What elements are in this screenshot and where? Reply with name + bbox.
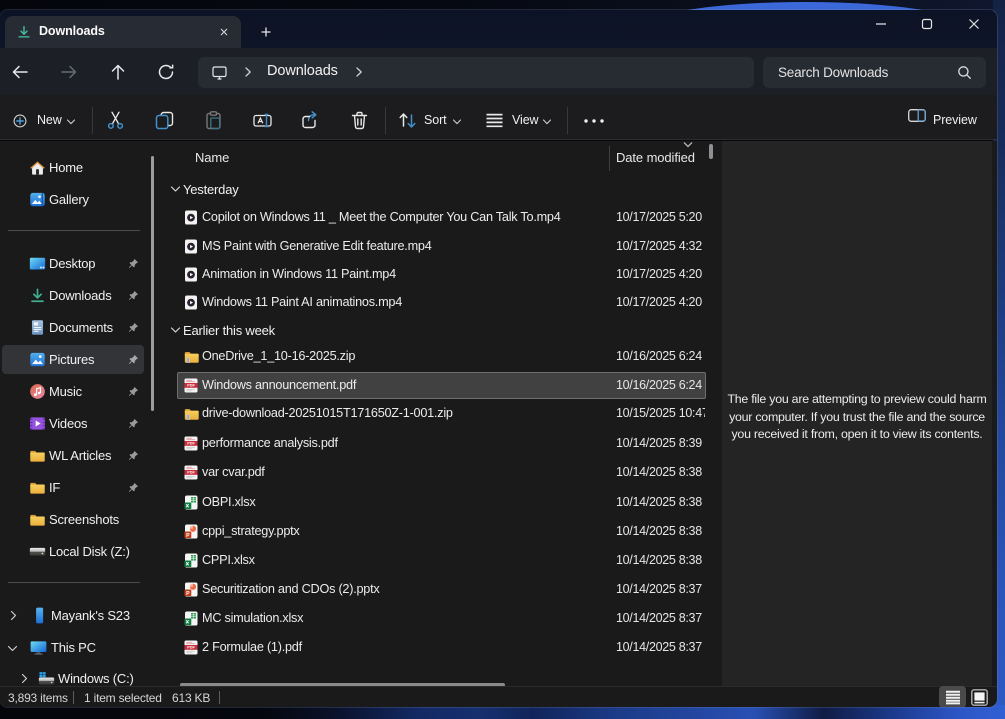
- svg-text:PDF: PDF: [187, 384, 195, 388]
- svg-text:PDF: PDF: [187, 442, 195, 446]
- svg-text:P: P: [186, 591, 190, 597]
- svg-text:PDF: PDF: [187, 471, 195, 475]
- svg-text:P: P: [186, 533, 190, 539]
- svg-text:PDF: PDF: [187, 646, 195, 650]
